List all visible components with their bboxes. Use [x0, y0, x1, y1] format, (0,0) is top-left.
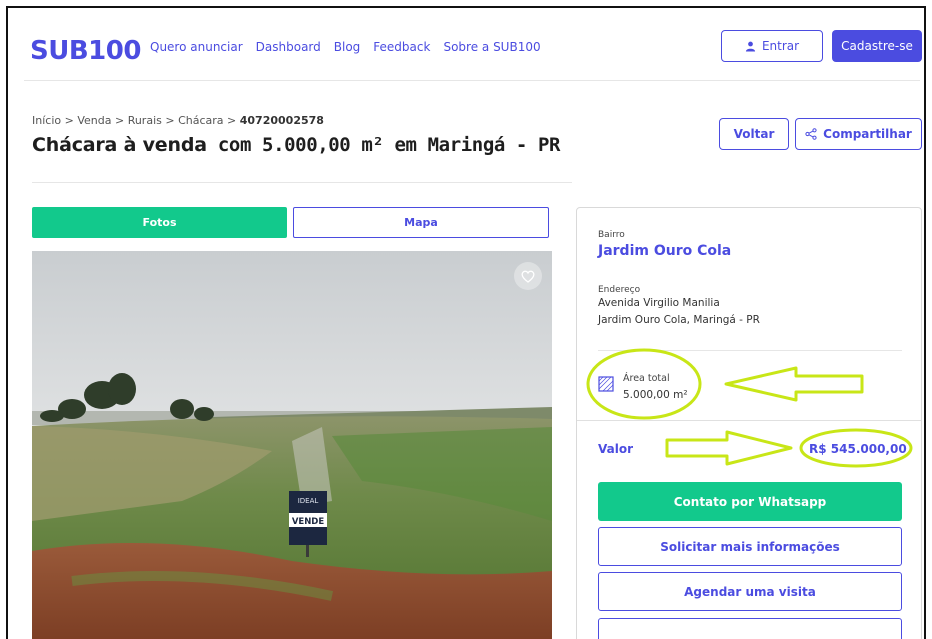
sign-brand: IDEAL: [298, 497, 319, 505]
whatsapp-button[interactable]: Contato por Whatsapp: [598, 482, 902, 521]
nav-dashboard[interactable]: Dashboard: [256, 40, 321, 54]
bairro-label: Bairro: [598, 230, 625, 240]
breadcrumb-separator: >: [223, 114, 240, 127]
breadcrumb-separator: >: [161, 114, 179, 127]
share-icon: [805, 128, 817, 140]
extra-button[interactable]: [598, 618, 902, 639]
login-label: Entrar: [761, 39, 800, 53]
page-title-strong: Chácara à venda: [32, 134, 207, 156]
breadcrumb-inicio[interactable]: Início: [32, 114, 61, 127]
page-title-rest: com 5.000,00 m² em Maringá - PR: [206, 134, 561, 156]
logo[interactable]: SUB100: [30, 30, 141, 70]
logo-text: SUB100: [30, 36, 141, 66]
signup-button[interactable]: Cadastre-se: [832, 30, 922, 62]
area-label: Área total: [623, 373, 670, 384]
sign-text: VENDE: [292, 517, 325, 527]
area-value: 5.000,00 m²: [623, 389, 688, 401]
nav-feedback[interactable]: Feedback: [373, 40, 430, 54]
schedule-visit-button[interactable]: Agendar uma visita: [598, 572, 902, 611]
tab-photos[interactable]: Fotos: [32, 207, 287, 238]
tab-map[interactable]: Mapa: [293, 207, 549, 238]
card-divider: [598, 350, 902, 351]
share-label: Compartilhar: [823, 127, 912, 141]
breadcrumb-separator: >: [61, 114, 78, 127]
user-icon: [745, 41, 756, 52]
page-frame: SUB100 Quero anunciar Dashboard Blog Fee…: [6, 6, 926, 639]
page-title: Chácara à venda com 5.000,00 m² em Marin…: [32, 134, 560, 156]
nav-sobre[interactable]: Sobre a SUB100: [443, 40, 540, 54]
favorite-button[interactable]: [514, 262, 542, 290]
breadcrumb: Início > Venda > Rurais > Chácara > 4072…: [32, 114, 324, 127]
card-divider-price: [577, 420, 921, 421]
endereco-line1: Avenida Virgilio Manilia: [598, 297, 720, 309]
breadcrumb-separator: >: [111, 114, 128, 127]
breadcrumb-current: 40720002578: [239, 114, 324, 127]
main-nav: Quero anunciar Dashboard Blog Feedback S…: [150, 40, 541, 54]
details-card: Bairro Jardim Ouro Cola Endereço Avenida…: [576, 207, 922, 639]
header-divider: [24, 80, 920, 81]
endereco-label: Endereço: [598, 285, 641, 295]
property-photo[interactable]: IDEAL VENDE: [32, 251, 552, 639]
share-button[interactable]: Compartilhar: [795, 118, 922, 150]
price-label: Valor: [598, 442, 634, 456]
nav-quero-anunciar[interactable]: Quero anunciar: [150, 40, 243, 54]
price-value: R$ 545.000,00: [809, 442, 907, 456]
breadcrumb-rurais[interactable]: Rurais: [128, 114, 162, 127]
request-info-button[interactable]: Solicitar mais informações: [598, 527, 902, 566]
heart-icon: [521, 270, 535, 283]
back-button[interactable]: Voltar: [719, 118, 789, 150]
login-button[interactable]: Entrar: [721, 30, 823, 62]
breadcrumb-venda[interactable]: Venda: [77, 114, 111, 127]
breadcrumb-chacara[interactable]: Chácara: [178, 114, 223, 127]
field-image: IDEAL VENDE: [32, 251, 552, 639]
title-divider: [32, 182, 572, 183]
area-icon: [598, 376, 614, 392]
endereco-line2: Jardim Ouro Cola, Maringá - PR: [598, 314, 760, 326]
bairro-value: Jardim Ouro Cola: [598, 243, 732, 259]
nav-blog[interactable]: Blog: [334, 40, 361, 54]
